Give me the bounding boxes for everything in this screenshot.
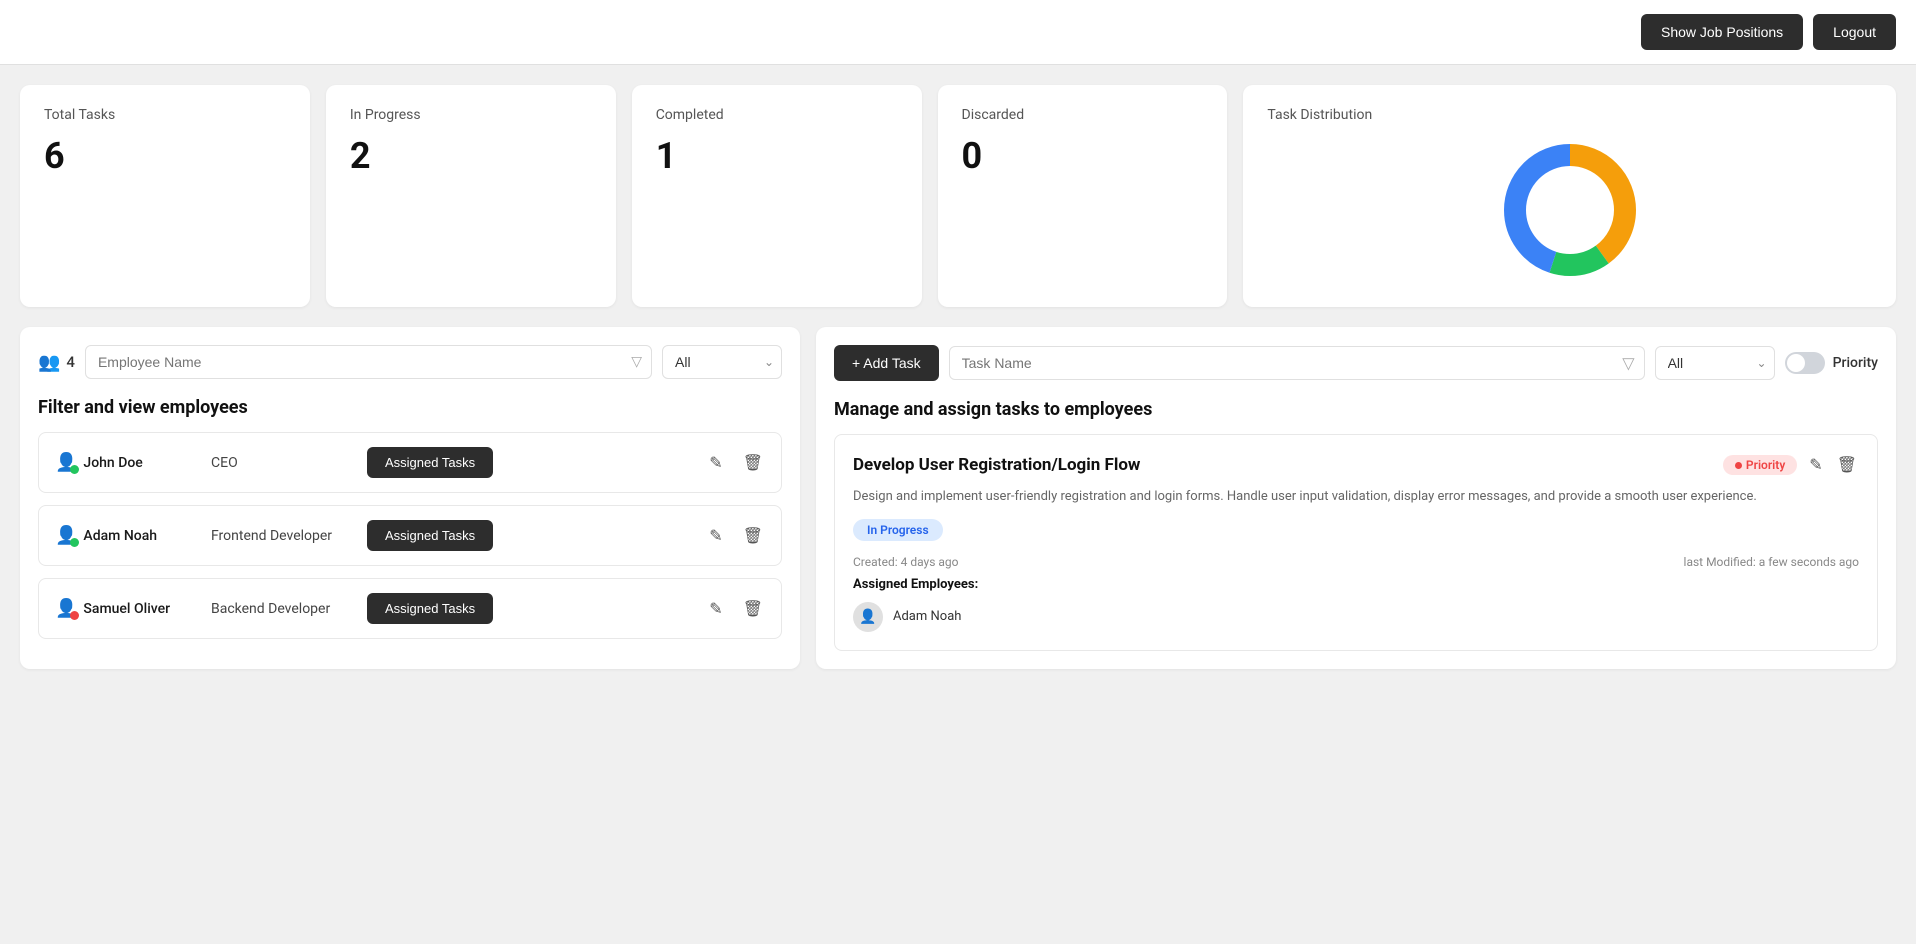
completed-label: Completed [656, 107, 898, 123]
total-tasks-value: 6 [44, 135, 286, 177]
task-meta: Created: 4 days ago last Modified: a few… [853, 555, 1859, 569]
logout-button[interactable]: Logout [1813, 14, 1896, 50]
people-icon: 👥 [38, 352, 60, 373]
status-dot-green [70, 538, 79, 547]
priority-toggle-wrap: Priority [1785, 352, 1878, 374]
employee-row: 👤 Adam Noah Frontend Developer Assigned … [38, 505, 782, 566]
task-filter-wrap: All In Progress Completed Discarded ⌄ [1655, 346, 1775, 380]
employee-row-actions: ✎ 🗑 [707, 597, 765, 621]
task-title: Develop User Registration/Login Flow [853, 455, 1713, 475]
employee-list: 👤 John Doe CEO Assigned Tasks ✎ 🗑 👤 [38, 432, 782, 639]
discarded-label: Discarded [962, 107, 1204, 123]
avatar: 👤 [853, 602, 883, 632]
employee-avatar-wrap: 👤 Adam Noah [55, 525, 195, 546]
employee-role: Backend Developer [211, 601, 351, 617]
edit-task-button[interactable]: ✎ [1807, 453, 1824, 477]
task-card-header: Develop User Registration/Login Flow Pri… [853, 453, 1859, 477]
task-panel: + Add Task ▽ All In Progress Completed D… [816, 327, 1896, 669]
task-card: Develop User Registration/Login Flow Pri… [834, 434, 1878, 651]
task-filter-icon: ▽ [1622, 354, 1634, 373]
assigned-tasks-button[interactable]: Assigned Tasks [367, 593, 493, 624]
edit-employee-button[interactable]: ✎ [707, 524, 724, 548]
employee-role: Frontend Developer [211, 528, 351, 544]
in-progress-value: 2 [350, 135, 592, 177]
employee-filter-select[interactable]: All CEO Developer [662, 345, 782, 379]
task-status-badge: In Progress [853, 519, 943, 541]
employee-search-input[interactable] [85, 345, 652, 379]
employee-name: John Doe [83, 455, 142, 471]
employee-avatar-wrap: 👤 Samuel Oliver [55, 598, 195, 619]
employee-row-actions: ✎ 🗑 [707, 524, 765, 548]
main-content: 👥 4 ▽ All CEO Developer ⌄ Filter and vie… [0, 317, 1916, 689]
delete-employee-button[interactable]: 🗑 [741, 597, 765, 621]
employee-search-wrap: ▽ [85, 345, 652, 379]
person-icon: 👤 [55, 452, 77, 473]
header: Show Job Positions Logout [0, 0, 1916, 65]
edit-employee-button[interactable]: ✎ [707, 451, 724, 475]
task-distribution-card: Task Distribution [1243, 85, 1896, 307]
add-task-button[interactable]: + Add Task [834, 345, 939, 381]
task-filter-select[interactable]: All In Progress Completed Discarded [1655, 346, 1775, 380]
delete-task-button[interactable]: 🗑 [1835, 453, 1859, 477]
task-modified: last Modified: a few seconds ago [1684, 555, 1859, 569]
person-icon: 👤 [55, 525, 77, 546]
assigned-avatar-row: 👤 Adam Noah [853, 602, 1859, 632]
employee-panel: 👥 4 ▽ All CEO Developer ⌄ Filter and vie… [20, 327, 800, 669]
total-tasks-label: Total Tasks [44, 107, 286, 123]
delete-employee-button[interactable]: 🗑 [741, 524, 765, 548]
show-job-positions-button[interactable]: Show Job Positions [1641, 14, 1803, 50]
assigned-employee-name: Adam Noah [893, 609, 961, 624]
employee-row-actions: ✎ 🗑 [707, 451, 765, 475]
priority-badge: Priority [1723, 455, 1797, 475]
status-dot-red [70, 611, 79, 620]
in-progress-card: In Progress 2 [326, 85, 616, 307]
employee-filter-icon: ▽ [631, 354, 642, 370]
employee-name: Samuel Oliver [83, 601, 170, 617]
donut-chart [1267, 135, 1872, 285]
person-icon: 👤 [55, 598, 77, 619]
in-progress-label: In Progress [350, 107, 592, 123]
employee-row: 👤 Samuel Oliver Backend Developer Assign… [38, 578, 782, 639]
task-distribution-label: Task Distribution [1267, 107, 1872, 123]
delete-employee-button[interactable]: 🗑 [741, 451, 765, 475]
edit-employee-button[interactable]: ✎ [707, 597, 724, 621]
employee-filter-wrap: All CEO Developer ⌄ [662, 345, 782, 379]
assigned-tasks-button[interactable]: Assigned Tasks [367, 447, 493, 478]
priority-toggle[interactable] [1785, 352, 1825, 374]
employee-count: 👥 4 [38, 352, 75, 373]
task-search-wrap: ▽ [949, 346, 1645, 380]
employee-avatar-wrap: 👤 John Doe [55, 452, 195, 473]
discarded-value: 0 [962, 135, 1204, 177]
employee-role: CEO [211, 455, 351, 471]
employee-toolbar: 👥 4 ▽ All CEO Developer ⌄ [38, 345, 782, 379]
completed-value: 1 [656, 135, 898, 177]
employee-name: Adam Noah [83, 528, 157, 544]
task-toolbar: + Add Task ▽ All In Progress Completed D… [834, 345, 1878, 381]
status-dot-green [70, 465, 79, 474]
task-created: Created: 4 days ago [853, 555, 958, 569]
discarded-card: Discarded 0 [938, 85, 1228, 307]
priority-toggle-label: Priority [1833, 355, 1878, 371]
priority-badge-label: Priority [1746, 458, 1785, 472]
task-description: Design and implement user-friendly regis… [853, 487, 1859, 507]
task-panel-title: Manage and assign tasks to employees [834, 399, 1878, 420]
task-search-input[interactable] [949, 346, 1645, 380]
employee-count-value: 4 [66, 353, 75, 371]
employee-row: 👤 John Doe CEO Assigned Tasks ✎ 🗑 [38, 432, 782, 493]
assigned-employees-label: Assigned Employees: [853, 577, 1859, 592]
total-tasks-card: Total Tasks 6 [20, 85, 310, 307]
employee-panel-title: Filter and view employees [38, 397, 782, 418]
priority-dot [1735, 462, 1742, 469]
completed-card: Completed 1 [632, 85, 922, 307]
stats-row: Total Tasks 6 In Progress 2 Completed 1 … [0, 65, 1916, 317]
assigned-tasks-button[interactable]: Assigned Tasks [367, 520, 493, 551]
